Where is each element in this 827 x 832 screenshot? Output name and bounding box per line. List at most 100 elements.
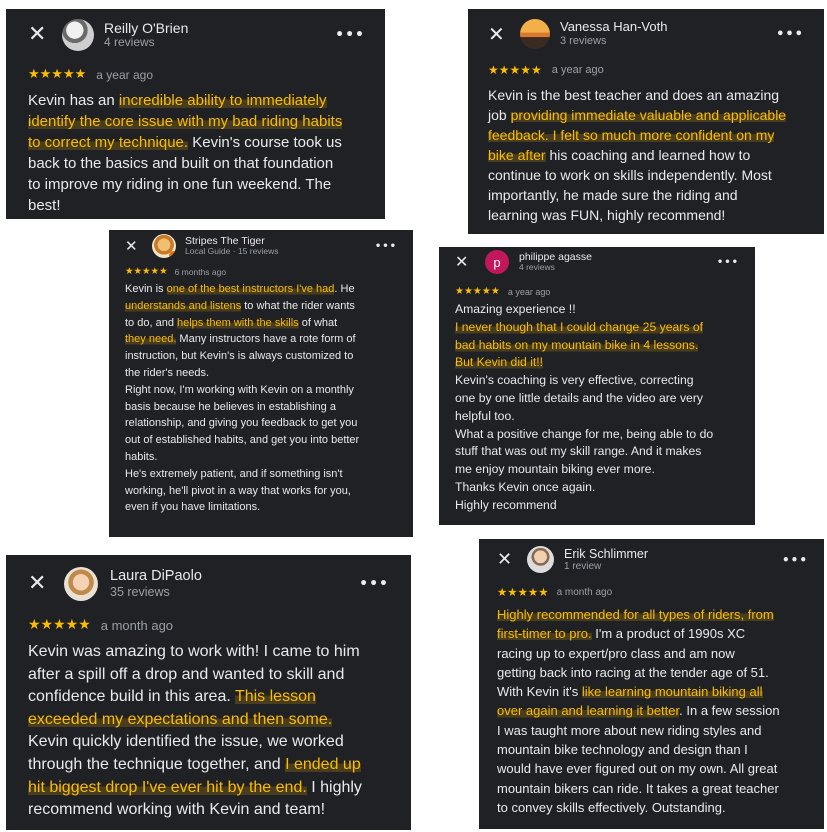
review-line: Right now, I'm working with Kevin on a m… <box>125 382 397 399</box>
reviewer-review-count: 1 review <box>564 560 602 572</box>
highlighted-text: This lesson <box>234 688 316 706</box>
review-line: out of established habits, and get you i… <box>125 432 397 449</box>
avatar <box>520 19 550 49</box>
review-line: over again and learning it better. In a … <box>497 701 808 720</box>
review-text-segment: Kevin's coaching is very effective, corr… <box>455 373 694 388</box>
reviewer-info: Stripes The Tiger Local Guide · 15 review… <box>185 235 279 257</box>
review-text-segment: job <box>488 107 511 123</box>
review-line: the rider's needs. <box>125 365 397 382</box>
review-text-segment: . He <box>334 283 355 295</box>
more-options-icon[interactable]: ••• <box>782 553 808 567</box>
review-line: learning was FUN, highly recommend! <box>488 205 804 225</box>
review-line: stuff that was out my skill range. And i… <box>455 443 739 461</box>
review-line: What a positive change for me, being abl… <box>455 426 739 444</box>
highlighted-text: to correct my technique. <box>28 134 189 151</box>
highlighted-text: helps them with the skills <box>177 316 299 329</box>
review-text-segment: Kevin quickly identified the issue, we w… <box>28 733 344 751</box>
review-text-segment: habits. <box>125 450 158 463</box>
review-line: feedback. I felt so much more confident … <box>488 125 804 145</box>
reviewer-info: Laura DiPaolo 35 reviews <box>110 568 202 599</box>
star-rating: ★★★★★ <box>28 617 91 633</box>
review-text: Kevin is the best teacher and does an am… <box>488 85 804 225</box>
close-icon[interactable]: ✕ <box>125 238 143 254</box>
review-date: a year ago <box>551 64 604 76</box>
highlighted-text: identify the core issue with my bad ridi… <box>28 113 343 130</box>
review-meta: ★★★★★ a month ago <box>497 585 808 599</box>
review-line: He's extremely patient, and if something… <box>125 466 397 483</box>
highlighted-text: bike after <box>488 147 546 163</box>
review-text: Amazing experience !! I never though that… <box>455 301 739 515</box>
review-text-segment: of what <box>298 316 338 329</box>
review-line: to do, and helps them with the skills of… <box>125 315 397 332</box>
review-line: job providing immediate valuable and app… <box>488 105 804 125</box>
review-line: exceeded my expectations and then some. <box>28 709 389 732</box>
review-text-segment: stuff that was out my skill range. And i… <box>455 444 702 459</box>
review-date: a month ago <box>100 617 174 633</box>
review-text: Kevin is one of the best instructors I'v… <box>125 281 397 516</box>
review-line: With Kevin it's like learning mountain b… <box>497 682 808 701</box>
review-line: recommend working with Kevin and team! <box>28 799 389 822</box>
review-text-segment: Amazing experience !! <box>455 302 576 316</box>
review-text-segment: I highly <box>306 778 362 796</box>
review-card-erik: ✕ Erik Schlimmer 1 review ••• ★★★★★ a month a… <box>479 539 824 829</box>
reviewer-info: philippe agasse 4 reviews <box>519 251 592 273</box>
review-text-segment: back to the basics and built on that fou… <box>28 155 334 172</box>
close-icon[interactable]: ✕ <box>455 254 473 270</box>
review-header: ✕ Erik Schlimmer 1 review ••• <box>497 546 808 573</box>
more-options-icon[interactable]: ••• <box>359 576 389 592</box>
highlighted-text: hit biggest drop I've ever hit by the en… <box>28 778 307 796</box>
highlighted-text: I ended up <box>285 755 361 773</box>
review-line: getting back into racing at the tender a… <box>497 663 808 682</box>
review-card-reilly: ✕ Reilly O'Brien 4 reviews ••• ★★★★★ a year a… <box>6 9 385 219</box>
review-text-segment: getting back into racing at the tender a… <box>497 664 769 680</box>
more-options-icon[interactable]: ••• <box>717 257 739 268</box>
review-line: Thanks Kevin once again. <box>455 479 739 497</box>
close-icon[interactable]: ✕ <box>497 550 517 569</box>
highlighted-text: understands and listens <box>125 299 242 312</box>
review-line: mountain bikers can ride. It takes a gre… <box>497 779 808 798</box>
star-rating: ★★★★★ <box>488 63 542 77</box>
review-text-segment: . In a few session <box>679 703 780 719</box>
review-text-segment: me enjoy mountain biking ever more. <box>455 462 655 477</box>
reviewer-info: Reilly O'Brien 4 reviews <box>104 20 188 50</box>
review-meta: ★★★★★ 6 months ago <box>125 266 397 277</box>
more-options-icon[interactable]: ••• <box>776 27 804 42</box>
review-line: Kevin is the best teacher and does an am… <box>488 85 804 105</box>
review-text-segment: Kevin is <box>125 283 167 295</box>
close-icon[interactable]: ✕ <box>488 24 510 44</box>
more-options-icon[interactable]: ••• <box>335 27 365 43</box>
highlighted-text: they need. <box>125 333 177 346</box>
reviewer-review-count: 4 reviews <box>519 262 555 273</box>
review-line: continue to work on skills independently… <box>488 165 804 185</box>
review-header: ✕ p philippe agasse 4 reviews ••• <box>455 250 739 274</box>
reviewer-info: Erik Schlimmer 1 review <box>564 547 648 573</box>
review-line: importantly, he made sure the riding and <box>488 185 804 205</box>
review-line: basis because he believes in establishin… <box>125 399 397 416</box>
highlighted-text: like learning mountain biking all <box>581 684 763 700</box>
review-meta: ★★★★★ a year ago <box>28 67 365 82</box>
highlighted-text: first-timer to pro. <box>497 626 592 642</box>
star-rating: ★★★★★ <box>497 585 549 599</box>
review-line: I never though that I could change 25 ye… <box>455 319 739 337</box>
review-text-segment: best! <box>28 197 61 214</box>
review-date: a month ago <box>556 586 613 598</box>
avatar <box>152 234 176 258</box>
close-icon[interactable]: ✕ <box>28 573 52 595</box>
review-text-segment: basis because he believes in establishin… <box>125 400 336 413</box>
review-text-segment: Kevin's course took us <box>188 134 342 151</box>
review-line: even if you have limitations. <box>125 499 397 516</box>
close-icon[interactable]: ✕ <box>28 24 52 46</box>
review-text-segment: his coaching and learned how to <box>545 147 751 163</box>
review-meta: ★★★★★ a year ago <box>455 286 739 297</box>
more-options-icon[interactable]: ••• <box>375 241 397 252</box>
review-line: back to the basics and built on that fou… <box>28 153 365 174</box>
review-card-stripes: ✕ Stripes The Tiger Local Guide · 15 revie… <box>109 230 413 537</box>
review-line: bike after his coaching and learned how … <box>488 145 804 165</box>
review-line: after a spill off a drop and wanted to s… <box>28 664 389 687</box>
review-line: Highly recommend <box>455 497 739 515</box>
highlighted-text: one of the best instructors I've had <box>166 283 335 295</box>
reviewer-name: Reilly O'Brien <box>104 20 189 37</box>
highlighted-text: Highly recommended for all types of ride… <box>497 607 774 622</box>
review-line: Kevin's coaching is very effective, corr… <box>455 372 739 390</box>
review-text: Kevin has an incredible ability to immed… <box>28 90 365 216</box>
